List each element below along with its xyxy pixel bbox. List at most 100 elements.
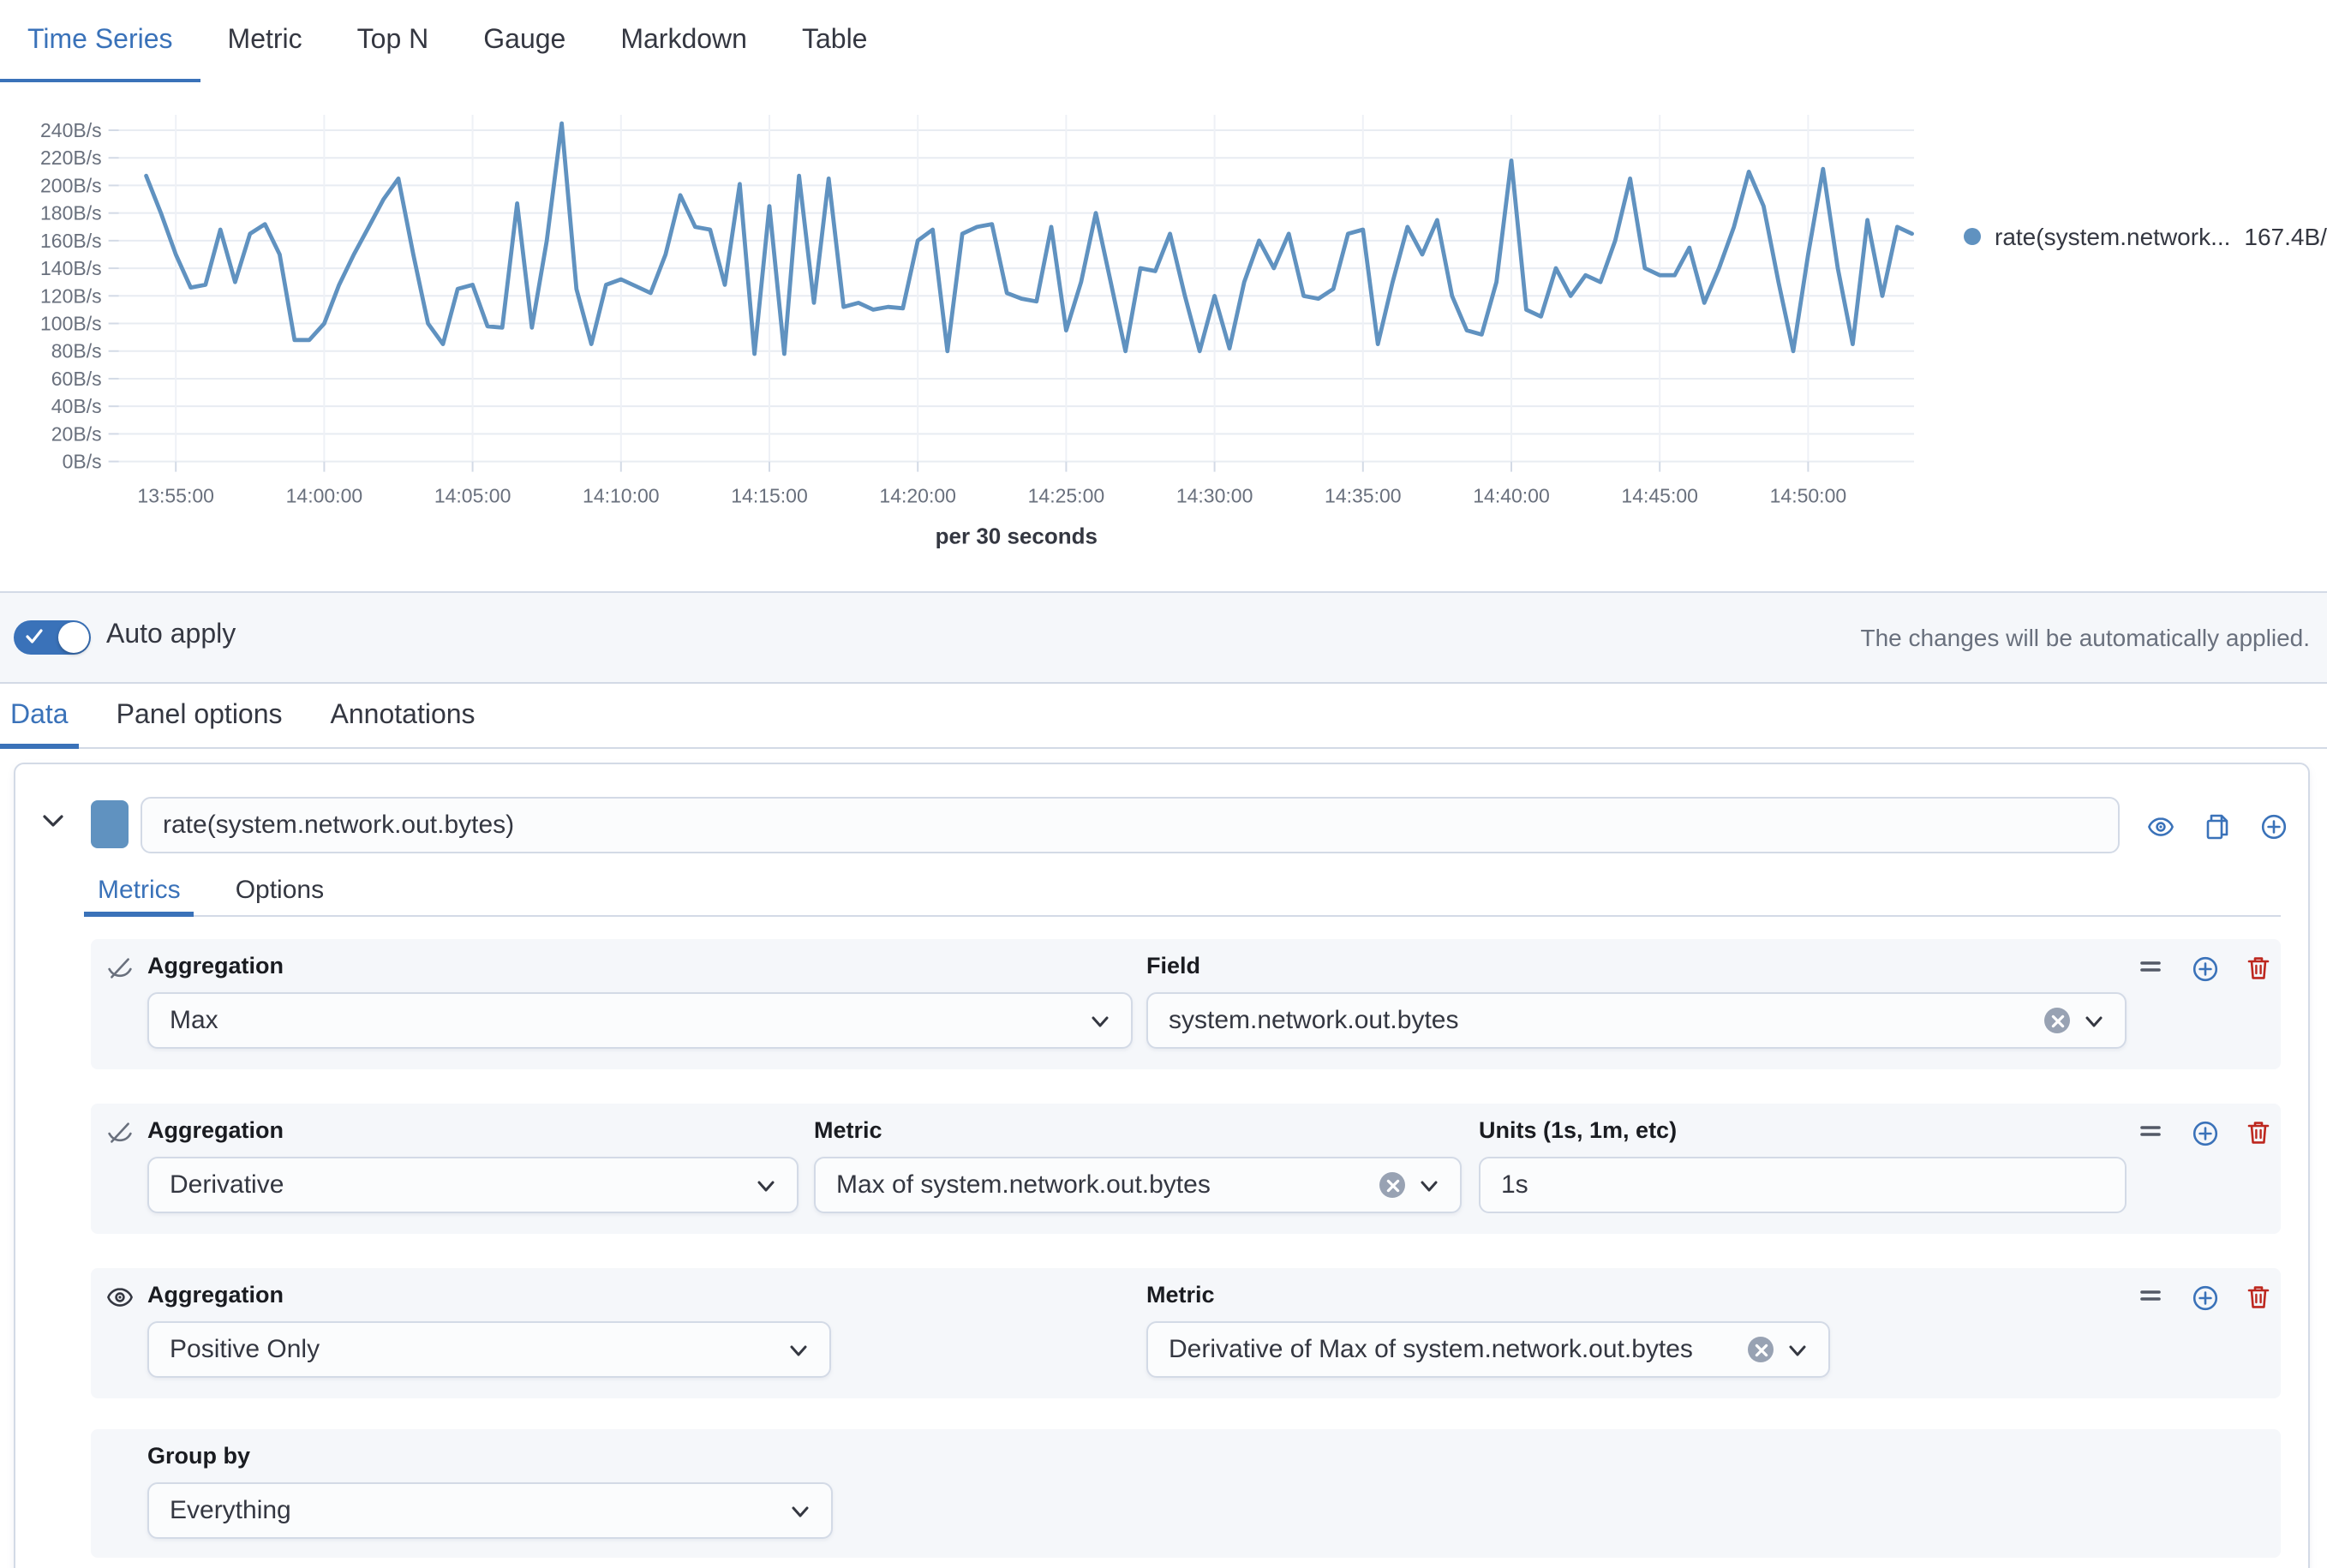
svg-text:60B/s: 60B/s (51, 368, 102, 390)
auto-apply-toggle[interactable] (14, 620, 91, 655)
add-metric-icon[interactable] (2192, 1119, 2219, 1146)
legend-item[interactable]: rate(system.network... 167.4B/s (1964, 223, 2327, 250)
aggregation-select[interactable]: Derivative (147, 1157, 799, 1213)
legend-series-label: rate(system.network... (1995, 223, 2230, 250)
auto-apply-note: The changes will be automatically applie… (1860, 624, 2310, 651)
tab-label: Metric (228, 26, 302, 57)
field-label: Aggregation (147, 1282, 284, 1308)
svg-text:14:40:00: 14:40:00 (1473, 485, 1550, 507)
tab-data[interactable]: Data (0, 684, 79, 747)
aggregation-select[interactable]: Positive Only (147, 1321, 831, 1378)
svg-text:14:00:00: 14:00:00 (286, 485, 363, 507)
metric-row-actions (2139, 1284, 2272, 1311)
auto-apply-bar: Auto apply The changes will be automatic… (0, 591, 2327, 684)
combobox-value: Max of system.network.out.bytes (836, 1170, 1366, 1200)
svg-text:40B/s: 40B/s (51, 395, 102, 417)
svg-text:20B/s: 20B/s (51, 422, 102, 445)
metric-combobox[interactable]: Derivative of Max of system.network.out.… (1146, 1321, 1830, 1378)
add-metric-icon[interactable] (2192, 955, 2219, 982)
clone-series-copy-icon[interactable] (2204, 811, 2231, 839)
tab-label: Metrics (98, 875, 181, 904)
delete-metric-trash-icon[interactable] (2245, 955, 2272, 982)
metric-row-actions (2139, 955, 2272, 982)
eye-open-icon[interactable] (106, 1284, 134, 1311)
svg-text:14:15:00: 14:15:00 (731, 485, 808, 507)
tab-annotations[interactable]: Annotations (320, 684, 486, 747)
field-label: Metric (814, 1117, 882, 1143)
toggle-series-visibility-eye-icon[interactable] (2147, 811, 2174, 839)
add-metric-icon[interactable] (2192, 1284, 2219, 1311)
field-label: Aggregation (147, 1117, 284, 1143)
clear-selection-icon[interactable] (1748, 1337, 1774, 1362)
series-actions (2147, 797, 2288, 853)
tab-label: Markdown (620, 26, 747, 57)
chevron-down-icon (756, 1175, 776, 1195)
chevron-down-icon (2084, 1010, 2104, 1031)
tab-top-n[interactable]: Top N (330, 0, 457, 82)
field-combobox[interactable]: system.network.out.bytes (1146, 992, 2127, 1049)
aggregation-select[interactable]: Max (147, 992, 1133, 1049)
chevron-down-icon (1090, 1010, 1110, 1031)
field-label: Metric (1146, 1282, 1215, 1308)
clear-selection-icon[interactable] (1379, 1172, 1405, 1198)
svg-text:14:35:00: 14:35:00 (1325, 485, 1402, 507)
combobox-value: system.network.out.bytes (1169, 1006, 2031, 1035)
svg-text:14:10:00: 14:10:00 (583, 485, 660, 507)
legend-series-dot (1964, 228, 1981, 245)
series-color-swatch[interactable] (91, 800, 129, 848)
chevron-down-icon (788, 1339, 809, 1360)
drag-handle-icon[interactable] (2139, 1119, 2166, 1146)
svg-text:120B/s: 120B/s (40, 284, 102, 307)
metric-row-positive-only: Aggregation Positive Only Metric Derivat… (91, 1268, 2281, 1398)
svg-text:100B/s: 100B/s (40, 313, 102, 335)
add-series-icon[interactable] (2260, 811, 2288, 839)
svg-text:180B/s: 180B/s (40, 202, 102, 224)
delete-metric-trash-icon[interactable] (2245, 1284, 2272, 1311)
collapse-series-icon[interactable] (39, 807, 67, 835)
tsvb-editor: Time Series Metric Top N Gauge Markdown … (0, 0, 2327, 1568)
chart-canvas: 0B/s20B/s40B/s60B/s80B/s100B/s120B/s140B… (0, 82, 2327, 579)
toggle-knob (58, 622, 89, 653)
eye-closed-icon[interactable] (106, 955, 134, 982)
svg-text:0B/s: 0B/s (63, 451, 102, 473)
field-label: Units (1s, 1m, etc) (1479, 1117, 1677, 1143)
combobox-value: Derivative of Max of system.network.out.… (1169, 1335, 1734, 1364)
tab-label: Options (236, 875, 324, 904)
auto-apply-label: Auto apply (106, 620, 236, 651)
series-label-input[interactable] (141, 797, 2120, 853)
chevron-down-icon (1787, 1339, 1808, 1360)
metric-combobox[interactable]: Max of system.network.out.bytes (814, 1157, 1462, 1213)
field-label: Aggregation (147, 953, 284, 979)
visualization-type-tabs: Time Series Metric Top N Gauge Markdown … (0, 0, 2327, 84)
tab-table[interactable]: Table (775, 0, 895, 82)
tab-label: Table (802, 26, 868, 57)
eye-closed-icon[interactable] (106, 1119, 134, 1146)
legend-series-value: 167.4B/s (2244, 223, 2327, 250)
tab-panel-options[interactable]: Panel options (106, 684, 293, 747)
tab-time-series[interactable]: Time Series (0, 0, 200, 82)
series-card: Metrics Options Aggregation Max Field sy… (14, 763, 2310, 1568)
tab-label: Top N (357, 26, 429, 57)
tab-gauge[interactable]: Gauge (456, 0, 593, 82)
tab-label: Panel options (117, 700, 283, 731)
tab-metric[interactable]: Metric (200, 0, 330, 82)
drag-handle-icon[interactable] (2139, 1284, 2166, 1311)
group-by-select[interactable]: Everything (147, 1482, 833, 1539)
drag-handle-icon[interactable] (2139, 955, 2166, 982)
group-by-label: Group by (147, 1443, 250, 1469)
units-input[interactable] (1479, 1157, 2127, 1213)
svg-text:14:50:00: 14:50:00 (1770, 485, 1847, 507)
tab-markdown[interactable]: Markdown (593, 0, 775, 82)
tab-options[interactable]: Options (222, 864, 338, 915)
time-series-chart: 0B/s20B/s40B/s60B/s80B/s100B/s120B/s140B… (0, 82, 2327, 591)
svg-text:200B/s: 200B/s (40, 174, 102, 196)
svg-text:140B/s: 140B/s (40, 257, 102, 279)
tab-metrics[interactable]: Metrics (84, 864, 194, 915)
svg-text:14:05:00: 14:05:00 (434, 485, 511, 507)
delete-metric-trash-icon[interactable] (2245, 1119, 2272, 1146)
metric-row-max: Aggregation Max Field system.network.out… (91, 939, 2281, 1069)
svg-text:240B/s: 240B/s (40, 119, 102, 141)
svg-text:per 30 seconds: per 30 seconds (936, 524, 1098, 549)
clear-selection-icon[interactable] (2044, 1008, 2070, 1033)
editor-tabs: Data Panel options Annotations (0, 684, 2327, 749)
